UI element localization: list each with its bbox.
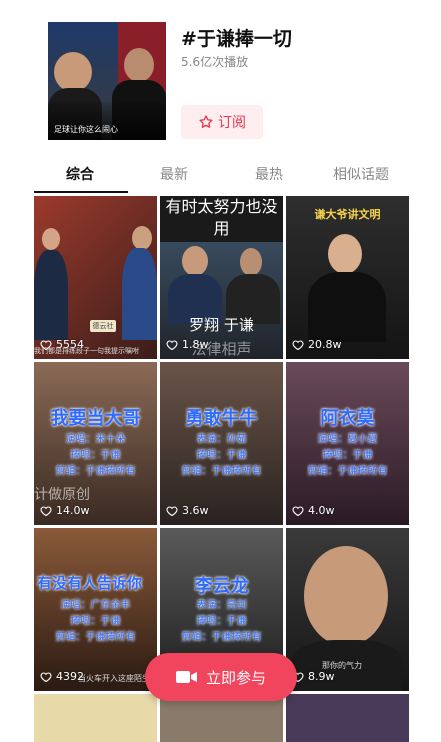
tile-credit: 剪辑：于谦捧所有 xyxy=(55,632,136,643)
video-tile[interactable]: 阿衣莫 演唱：夏小夏 捧哏：于谦 剪辑：于谦捧所有 4.0w xyxy=(286,362,409,525)
video-tile[interactable] xyxy=(160,694,283,742)
video-tile[interactable]: 那你的气力 8.9w xyxy=(286,528,409,691)
like-count-text: 3.6w xyxy=(182,504,209,517)
tab-general[interactable]: 综合 xyxy=(66,164,94,184)
cover-face-left xyxy=(54,52,92,92)
star-outline-icon xyxy=(199,115,213,128)
heart-icon xyxy=(292,505,304,516)
heart-icon xyxy=(40,671,52,682)
like-count: 4392 xyxy=(40,670,84,683)
tab-hottest[interactable]: 最热 xyxy=(255,164,283,184)
video-tile[interactable]: 有没有人告诉你 演唱：广东余丰 捧哏：于谦 剪辑：于谦捧所有 当火车开入这座陌生… xyxy=(34,528,157,691)
topic-title: #于谦捧一切 xyxy=(181,28,292,50)
active-tab-indicator xyxy=(34,191,128,193)
stage-sign: 德云社 xyxy=(90,320,116,332)
video-tile[interactable]: 勇敢牛牛 表演：孙茹 捧哏：于谦 剪辑：于谦捧所有 3.6w xyxy=(160,362,283,525)
tile-credit: 捧哏：于谦 xyxy=(70,616,121,627)
video-camera-icon xyxy=(175,671,197,683)
tile-credit: 演唱：米十朵 xyxy=(65,434,126,445)
like-count-text: 4.0w xyxy=(308,504,335,517)
subscribe-button[interactable]: 订阅 xyxy=(181,105,263,139)
heart-icon xyxy=(166,339,178,350)
tile-credit: 剪辑：于谦捧所有 xyxy=(181,466,262,477)
performer-face xyxy=(42,228,60,250)
heart-icon xyxy=(40,339,52,350)
like-count: 20.8w xyxy=(292,338,342,351)
heart-icon xyxy=(292,339,304,350)
heart-icon xyxy=(40,505,52,516)
like-count: 5554 xyxy=(40,338,84,351)
tile-top-text: 谦大爷讲文明 xyxy=(314,208,381,221)
like-count-text: 5554 xyxy=(56,338,84,351)
like-count: 3.6w xyxy=(166,504,209,517)
tab-latest[interactable]: 最新 xyxy=(160,164,188,184)
like-count-text: 1.8w xyxy=(182,338,209,351)
performer-face xyxy=(328,234,362,274)
like-count-text: 4392 xyxy=(56,670,84,683)
subscribe-label: 订阅 xyxy=(218,115,246,131)
tile-credit: 表演：孙茹 xyxy=(196,434,247,445)
video-tile[interactable] xyxy=(286,694,409,742)
tile-caption: 计做原创 xyxy=(34,487,90,503)
topic-cover-image[interactable]: 足球让你这么闹心 xyxy=(48,22,166,140)
tile-headline: 我要当大哥 xyxy=(50,408,141,429)
video-tile[interactable]: 谦大爷讲文明 20.8w xyxy=(286,196,409,359)
tile-credit: 捧哏：于谦 xyxy=(322,450,373,461)
play-count: 5.6亿次播放 xyxy=(181,55,249,69)
tile-headline: 李云龙 xyxy=(194,576,249,597)
video-tile[interactable]: 我要当大哥 演唱：米十朵 捧哏：于谦 剪辑：于谦捧所有 计做原创 14.0w xyxy=(34,362,157,525)
video-tile[interactable]: 有时太努力也没用 罗翔 于谦 法律相声 1.8w xyxy=(160,196,283,359)
like-count: 1.8w xyxy=(166,338,209,351)
performer-body xyxy=(34,250,68,340)
join-now-label: 立即参与 xyxy=(205,668,266,687)
tile-names: 罗翔 于谦 xyxy=(189,316,254,334)
performer-face xyxy=(240,248,262,276)
tile-top-text: 有时太努力也没用 xyxy=(165,197,278,238)
performer-face xyxy=(132,226,152,250)
tile-credit: 表演：亮剑 xyxy=(196,600,247,611)
like-count: 8.9w xyxy=(292,670,335,683)
tile-credit: 捧哏：于谦 xyxy=(70,450,121,461)
cover-caption: 足球让你这么闹心 xyxy=(54,125,118,134)
tile-credit: 剪辑：于谦捧所有 xyxy=(181,632,262,643)
performer-face xyxy=(182,246,208,276)
tile-credit: 演唱：广东余丰 xyxy=(60,600,131,611)
like-count: 14.0w xyxy=(40,504,90,517)
tile-credit: 捧哏：于谦 xyxy=(196,616,247,627)
performer-body xyxy=(122,248,157,340)
performer-body xyxy=(308,272,386,342)
tile-headline: 阿衣莫 xyxy=(320,408,375,429)
like-count-text: 8.9w xyxy=(308,670,335,683)
performer-face xyxy=(304,546,388,646)
tile-credit: 剪辑：于谦捧所有 xyxy=(55,466,136,477)
tile-credit: 演唱：夏小夏 xyxy=(317,434,378,445)
like-count-text: 20.8w xyxy=(308,338,342,351)
tile-credit: 剪辑：于谦捧所有 xyxy=(307,466,388,477)
video-tile[interactable]: 德云社 我们都是排练段子一句我提示嘱咐 5554 xyxy=(34,196,157,359)
tile-headline: 勇敢牛牛 xyxy=(185,408,258,429)
tile-headline: 有没有人告诉你 xyxy=(36,574,142,592)
video-tile[interactable] xyxy=(34,694,157,742)
tab-bar: 综合 最新 最热 相似话题 xyxy=(0,158,441,194)
heart-icon xyxy=(166,505,178,516)
tile-credit: 捧哏：于谦 xyxy=(196,450,247,461)
like-count-text: 14.0w xyxy=(56,504,90,517)
like-count: 4.0w xyxy=(292,504,335,517)
join-now-button[interactable]: 立即参与 xyxy=(145,653,297,701)
cover-face-right xyxy=(124,48,154,82)
tab-similar-topics[interactable]: 相似话题 xyxy=(333,164,389,184)
